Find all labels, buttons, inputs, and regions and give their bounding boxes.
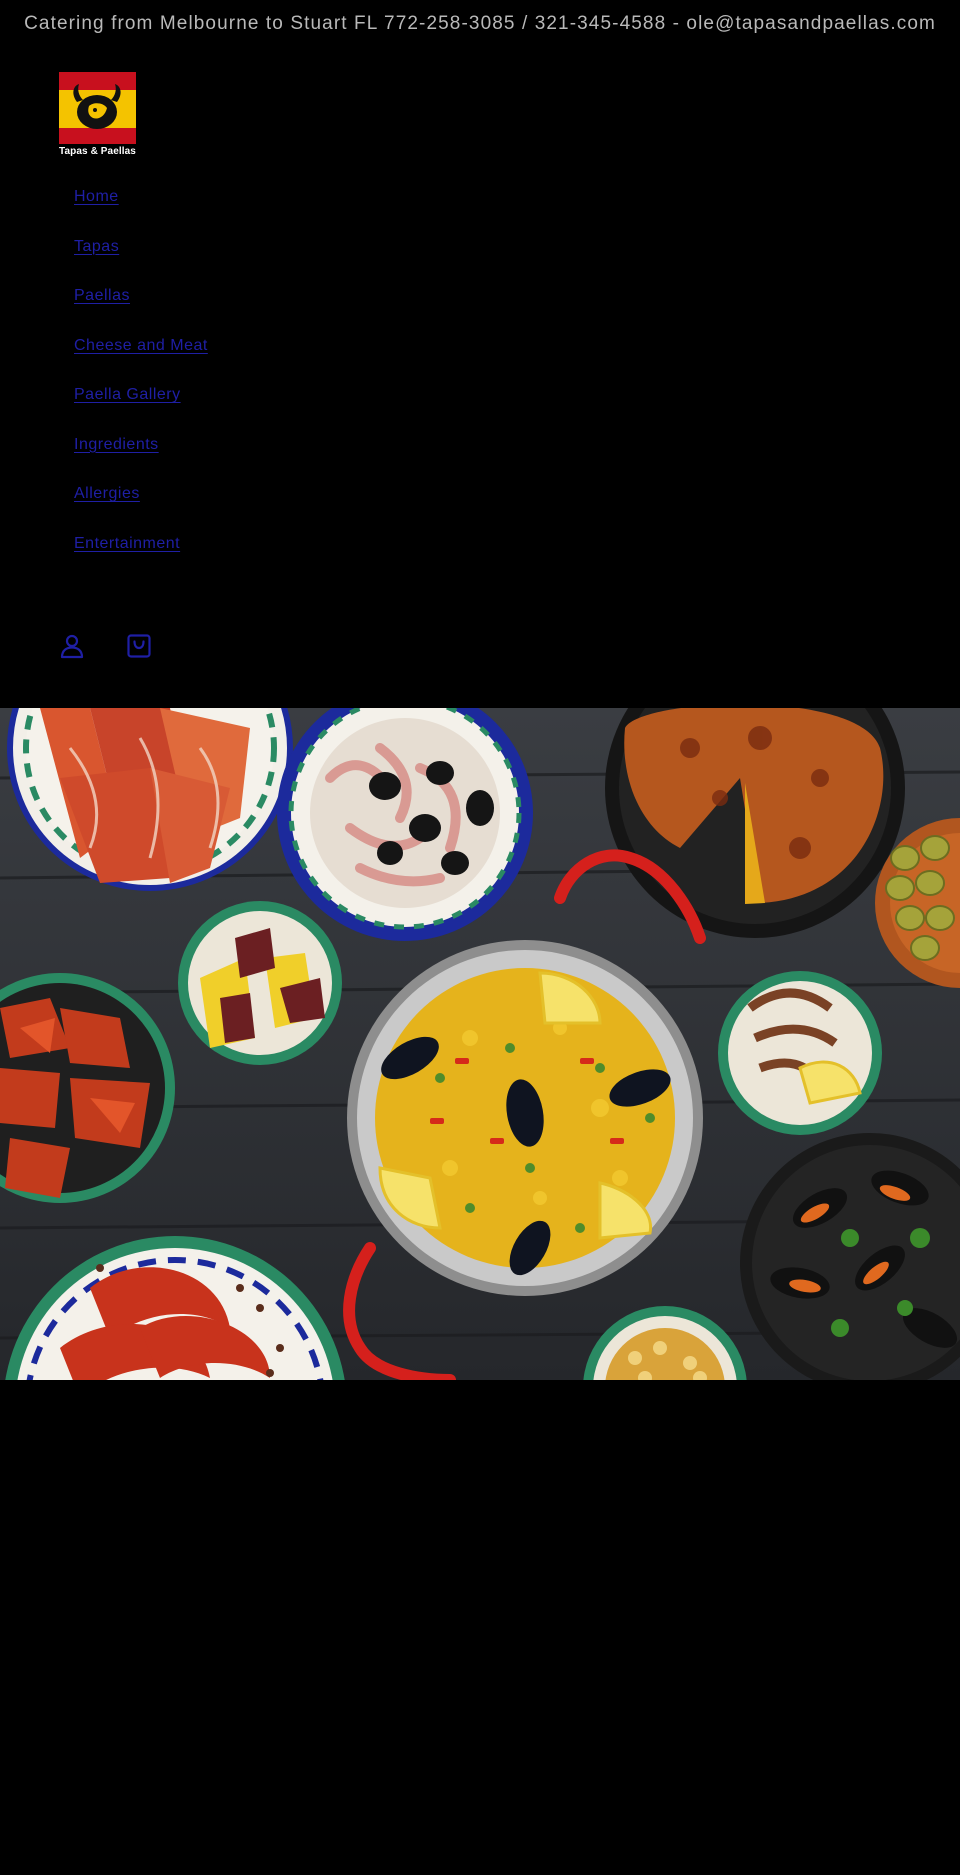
logo-text: Tapas & Paellas [59, 146, 136, 157]
nav-item-cheese-and-meat[interactable]: Cheese and Meat [74, 321, 374, 371]
nav-item-entertainment[interactable]: Entertainment [74, 519, 374, 569]
cart-button[interactable] [121, 628, 157, 664]
announcement-bar: Catering from Melbourne to Stuart FL 772… [0, 0, 960, 48]
account-icon [60, 634, 84, 659]
announcement-text: Catering from Melbourne to Stuart FL 772… [24, 13, 936, 34]
site-logo[interactable]: Tapas & Paellas [59, 72, 136, 160]
main-nav: Home Tapas Paellas Cheese and Meat Paell… [74, 172, 374, 568]
nav-item-home[interactable]: Home [74, 172, 374, 222]
nav-item-ingredients[interactable]: Ingredients [74, 420, 374, 470]
account-button[interactable] [54, 628, 90, 664]
nav-item-paella-gallery[interactable]: Paella Gallery [74, 370, 374, 420]
cart-icon [127, 634, 151, 658]
nav-item-tapas[interactable]: Tapas [74, 222, 374, 272]
hero-image [0, 708, 960, 1380]
hero-banner [0, 708, 960, 1380]
nav-item-allergies[interactable]: Allergies [74, 469, 374, 519]
nav-item-paellas[interactable]: Paellas [74, 271, 374, 321]
